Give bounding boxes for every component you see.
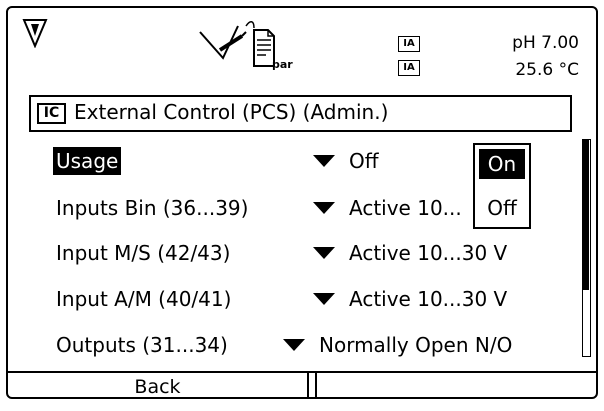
wrench-shield-icon[interactable] [22, 18, 48, 49]
row-inputs-bin-value[interactable]: Active 10... [313, 194, 462, 222]
ic-icon: IC [37, 103, 66, 124]
usage-options-popup[interactable]: On Off [473, 143, 531, 229]
dropdown-arrow-icon [313, 154, 335, 167]
row-input-am-value[interactable]: Active 10...30 V [313, 285, 507, 313]
row-usage-value[interactable]: Off [313, 147, 379, 175]
dropdown-arrow-icon [313, 292, 335, 305]
row-outputs-value[interactable]: Normally Open N/O [283, 331, 512, 359]
row-inputs-bin-label[interactable]: Inputs Bin (36...39) [56, 194, 248, 222]
row-outputs-label[interactable]: Outputs (31...34) [56, 331, 228, 359]
option-on[interactable]: On [479, 149, 525, 179]
ia-indicator-2: IA [398, 60, 420, 76]
row-input-am-label[interactable]: Input A/M (40/41) [56, 285, 231, 313]
temperature-value: 25.6 °C [515, 60, 579, 80]
dropdown-arrow-icon [313, 201, 335, 214]
row-usage-label[interactable]: Usage [53, 147, 122, 175]
back-softkey[interactable]: Back [8, 373, 309, 397]
parameter-document-icon: par [252, 28, 293, 76]
row-input-ms-label[interactable]: Input M/S (42/43) [56, 239, 230, 267]
dropdown-arrow-icon [313, 246, 335, 259]
right-softkey[interactable] [317, 373, 596, 397]
dropdown-arrow-icon [283, 338, 305, 351]
scrollbar[interactable] [582, 139, 591, 357]
row-input-ms-value[interactable]: Active 10...30 V [313, 239, 507, 267]
menu-title-bar: IC External Control (PCS) (Admin.) [29, 95, 572, 132]
scrollbar-thumb[interactable] [583, 140, 589, 290]
option-off[interactable]: Off [479, 193, 525, 223]
ia-indicator-1: IA [398, 36, 420, 52]
param-label: par [272, 58, 293, 71]
ph-value: pH 7.00 [512, 33, 579, 53]
device-screen: par IA IA pH 7.00 25.6 °C IC External Co… [6, 6, 598, 399]
page-title: External Control (PCS) (Admin.) [74, 100, 389, 124]
softkey-gap [309, 373, 317, 397]
